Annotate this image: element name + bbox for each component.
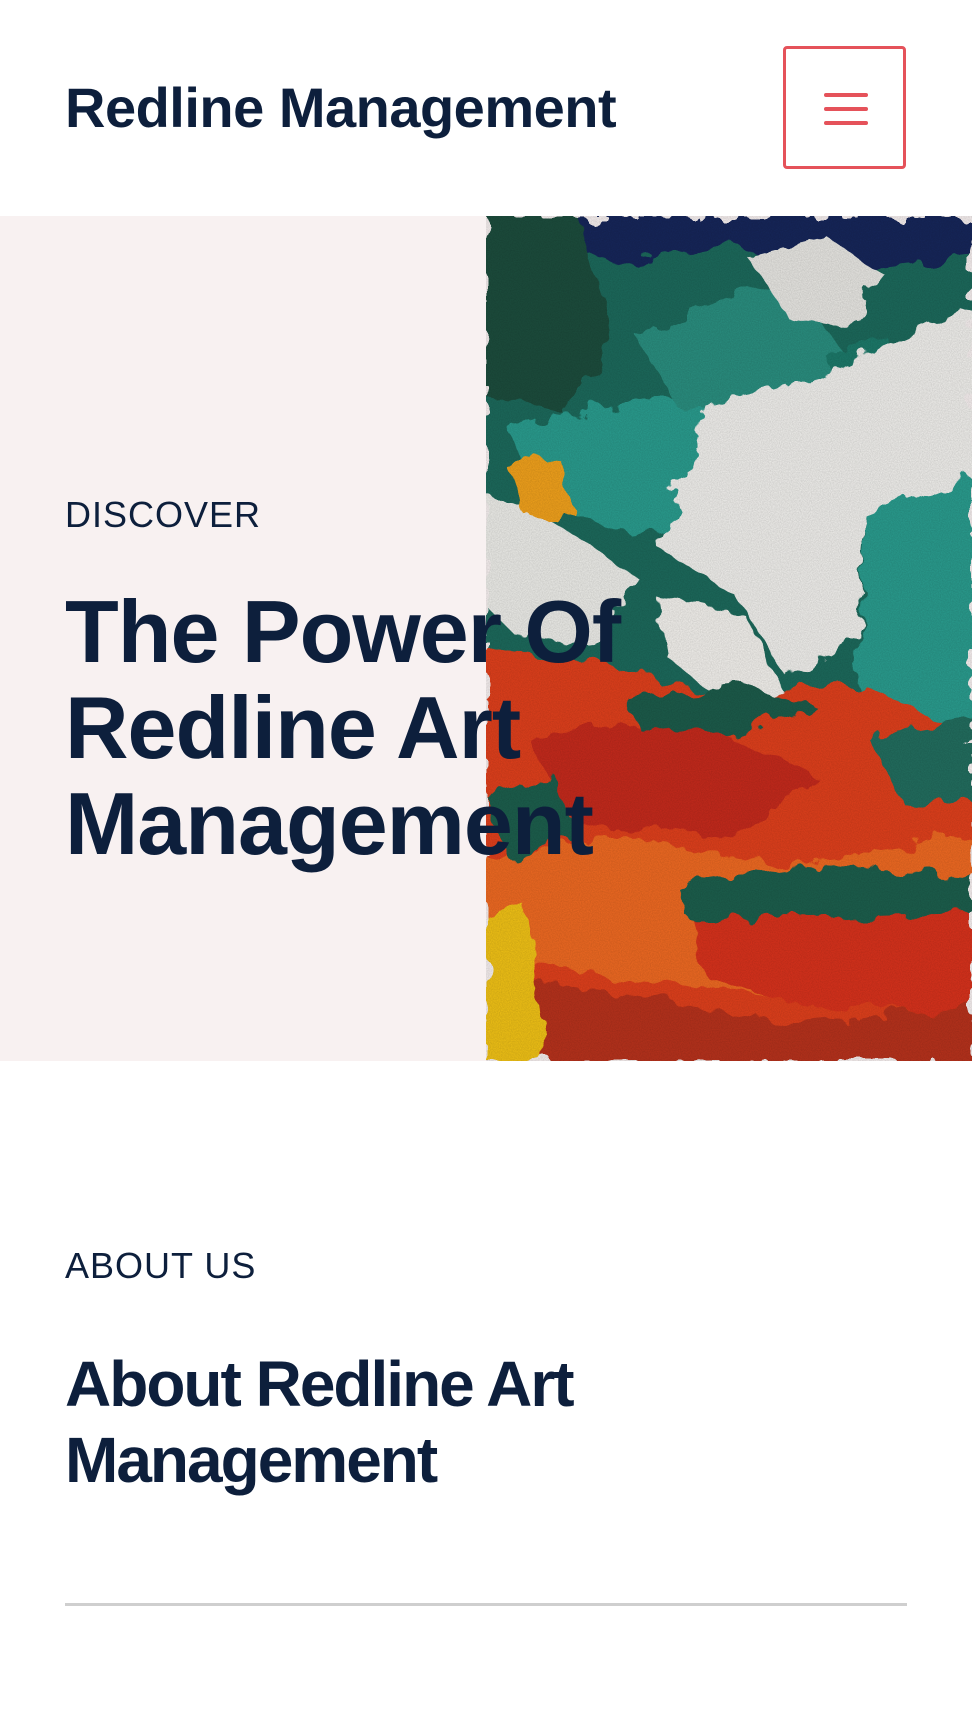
hero-eyebrow: DISCOVER	[65, 494, 262, 535]
hero-section: DISCOVER The Power Of Redline Art Manage…	[0, 216, 972, 1061]
section-divider	[65, 1603, 907, 1606]
site-title[interactable]: Redline Management	[65, 72, 617, 144]
hamburger-menu-icon	[824, 93, 868, 125]
about-heading: About Redline Art Management	[65, 1348, 575, 1496]
hero-heading: The Power Of Redline Art Management	[65, 582, 621, 873]
page: Redline Management DISCOVER The Power Of…	[0, 0, 972, 1728]
about-eyebrow: ABOUT US	[65, 1245, 257, 1286]
menu-button[interactable]	[783, 46, 906, 169]
site-header: Redline Management	[0, 0, 972, 216]
